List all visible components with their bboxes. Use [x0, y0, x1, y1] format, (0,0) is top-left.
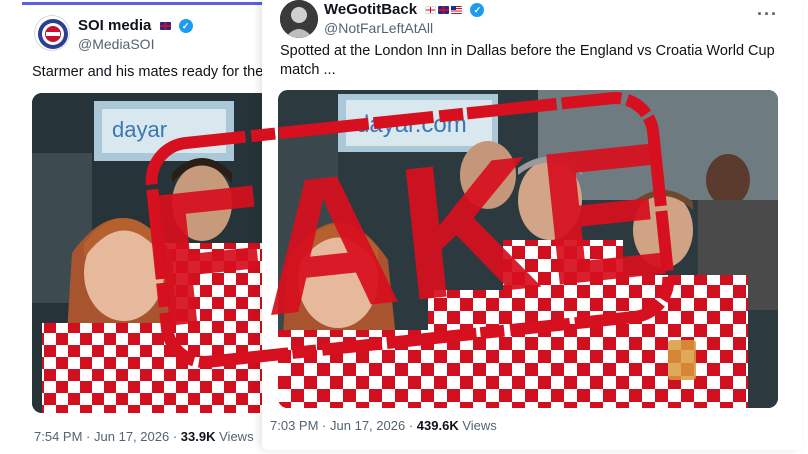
right-views-label: Views: [462, 418, 497, 433]
right-post-date[interactable]: Jun 17, 2026: [330, 418, 405, 433]
more-options-icon[interactable]: ···: [757, 4, 778, 25]
left-post-photo[interactable]: dayar: [32, 93, 270, 413]
left-post-time[interactable]: 7:54 PM: [34, 429, 82, 444]
left-views-label: Views: [219, 429, 254, 444]
right-post-meta: 7:03 PM · Jun 17, 2026 · 439.6K Views: [270, 418, 497, 433]
left-handle[interactable]: @MediaSOI: [78, 36, 154, 52]
right-handle[interactable]: @NotFarLeftAtAll: [324, 20, 433, 36]
left-post-meta: 7:54 PM · Jun 17, 2026 · 33.9K Views: [34, 429, 254, 444]
right-display-name[interactable]: WeGotitBack ✓: [324, 1, 485, 18]
right-post-card: WeGotitBack ✓ @NotFarLeftAtAll ··· Spott…: [262, 0, 802, 450]
left-post-text: Starmer and his mates ready for the ga: [32, 64, 272, 80]
soi-logo-icon: [38, 19, 68, 49]
separator: ·: [322, 418, 327, 433]
separator: ·: [86, 429, 91, 444]
separator: ·: [172, 429, 178, 444]
left-views-count: 33.9K: [180, 429, 216, 444]
left-post-date[interactable]: Jun 17, 2026: [94, 429, 169, 444]
left-display-name[interactable]: SOI media ✓: [78, 17, 193, 34]
left-post-card: SOI media ✓ @MediaSOI Starmer and his ma…: [22, 2, 272, 450]
right-post-photo[interactable]: dayar.com: [278, 90, 778, 408]
user-avatar-icon: [280, 0, 318, 38]
right-avatar[interactable]: [280, 0, 318, 38]
right-post-time[interactable]: 7:03 PM: [270, 418, 318, 433]
right-views-count: 439.6K: [416, 418, 459, 433]
right-post-text: Spotted at the London Inn in Dallas befo…: [280, 43, 775, 78]
verified-badge-icon: ✓: [178, 19, 193, 34]
uk-flag-icon: [159, 21, 173, 32]
verified-badge-icon: ✓: [470, 3, 485, 18]
left-photo-image: dayar: [32, 93, 270, 413]
left-avatar[interactable]: [34, 15, 70, 51]
flags-icon: [425, 5, 464, 16]
right-photo-image: dayar.com: [278, 90, 778, 408]
separator: ·: [408, 418, 414, 433]
right-photo-sign: dayar.com: [356, 111, 467, 138]
left-photo-sign: dayar: [112, 117, 167, 142]
